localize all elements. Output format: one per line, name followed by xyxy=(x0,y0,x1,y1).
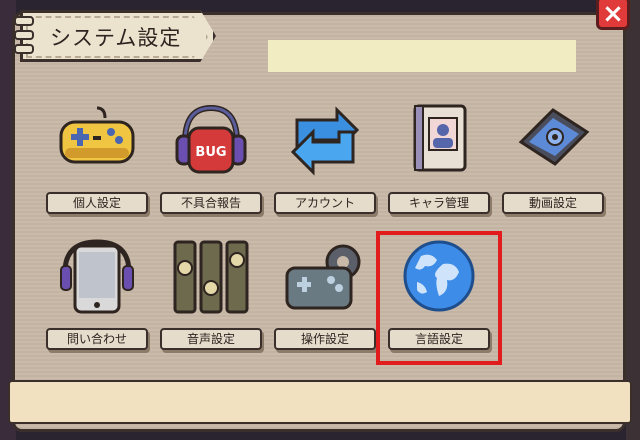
settings-item-account[interactable]: アカウント xyxy=(270,102,380,222)
binder-ring-icon xyxy=(14,30,34,40)
settings-item-label: 不具合報告 xyxy=(160,192,262,214)
settings-item-character[interactable]: キャラ管理 xyxy=(384,102,494,222)
settings-item-label: アカウント xyxy=(274,192,376,214)
settings-item-label: 操作設定 xyxy=(274,328,376,350)
settings-item-bug-report[interactable]: BUG 不具合報告 xyxy=(156,102,266,222)
character-book-icon xyxy=(399,102,479,180)
bug-report-icon: BUG xyxy=(171,102,251,180)
info-bar xyxy=(268,40,576,72)
contact-phone-icon xyxy=(57,238,137,316)
settings-item-video[interactable]: 動画設定 xyxy=(498,102,608,222)
settings-item-controls[interactable]: 操作設定 xyxy=(270,238,380,358)
settings-item-label: 問い合わせ xyxy=(46,328,148,350)
settings-item-personal[interactable]: 個人設定 xyxy=(42,102,152,222)
settings-item-label: キャラ管理 xyxy=(388,192,490,214)
audio-sliders-icon xyxy=(171,238,251,316)
message-bar xyxy=(8,380,632,424)
video-tablet-icon xyxy=(513,102,593,180)
svg-text:BUG: BUG xyxy=(195,145,226,160)
gamepad-icon xyxy=(57,102,137,180)
binder-ring-icon xyxy=(14,16,34,26)
game-background-right xyxy=(626,0,640,440)
dialog-title: システム設定 xyxy=(50,26,182,50)
settings-item-audio[interactable]: 音声設定 xyxy=(156,238,266,358)
controls-gear-icon xyxy=(285,238,365,316)
selection-highlight xyxy=(376,231,502,365)
close-button[interactable]: × xyxy=(596,0,630,30)
account-sync-icon xyxy=(285,102,365,180)
system-settings-panel xyxy=(12,12,626,432)
settings-item-label: 個人設定 xyxy=(46,192,148,214)
binder-ring-icon xyxy=(14,44,34,54)
settings-item-label: 動画設定 xyxy=(502,192,604,214)
settings-item-label: 音声設定 xyxy=(160,328,262,350)
settings-item-contact[interactable]: 問い合わせ xyxy=(42,238,152,358)
